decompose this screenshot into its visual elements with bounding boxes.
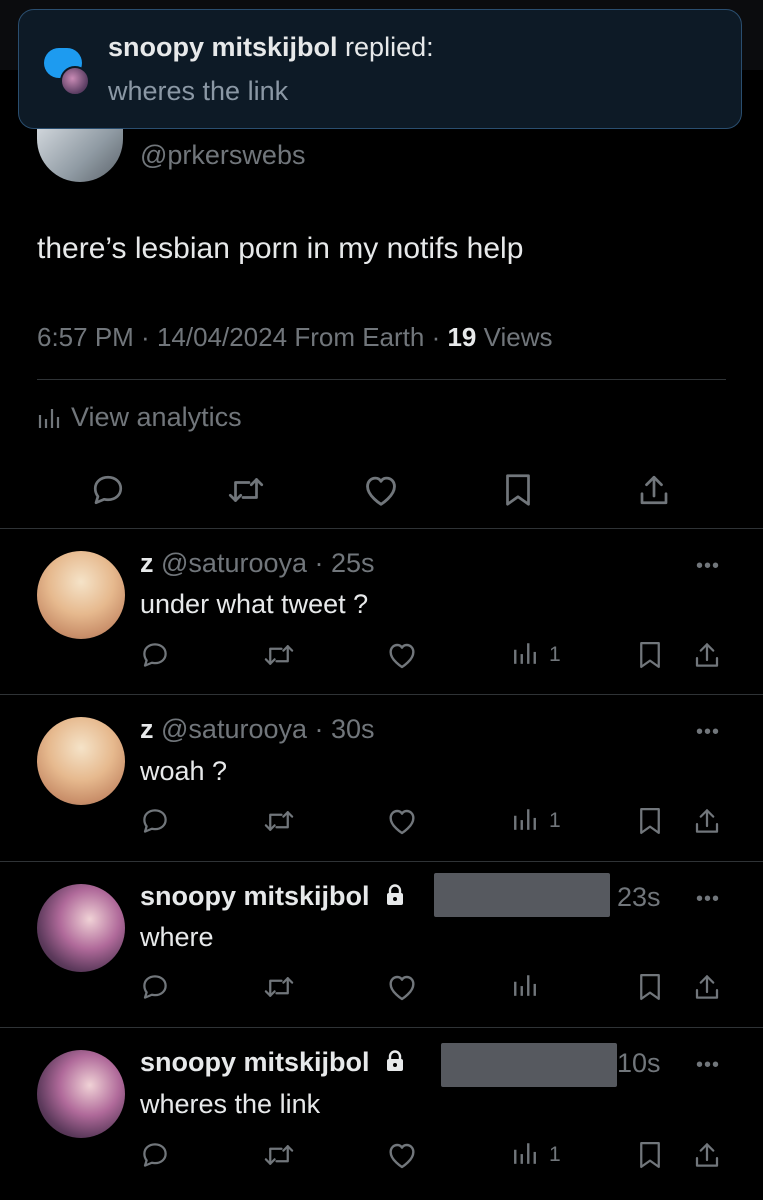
- reply-header: snoopy mitskijbol: [140, 881, 405, 913]
- more-options-icon[interactable]: •••: [696, 555, 720, 578]
- reply-time[interactable]: 30s: [331, 714, 375, 744]
- reply-author-handle[interactable]: @saturooya: [161, 548, 307, 578]
- like-icon[interactable]: [386, 640, 418, 670]
- reply-author-name[interactable]: z: [140, 548, 154, 578]
- reply-avatar[interactable]: [37, 551, 125, 639]
- retweet-icon[interactable]: [262, 640, 296, 670]
- reply-text: wheres the link: [140, 1089, 321, 1119]
- views-label: Views: [483, 322, 553, 352]
- reply-avatar[interactable]: [37, 1050, 125, 1138]
- analytics-icon: [37, 407, 61, 429]
- notification-avatar: [60, 66, 90, 96]
- notification-text: wheres the link: [108, 76, 289, 106]
- retweet-icon[interactable]: [262, 1140, 296, 1170]
- divider: [0, 528, 763, 529]
- reply-icon[interactable]: [140, 1140, 170, 1170]
- more-options-icon[interactable]: •••: [696, 1054, 720, 1077]
- reply-icon[interactable]: [90, 472, 126, 508]
- analytics-icon[interactable]: [512, 640, 538, 666]
- reply-text: where: [140, 922, 214, 952]
- divider: [37, 379, 726, 380]
- retweet-icon[interactable]: [262, 806, 296, 836]
- share-icon[interactable]: [636, 472, 672, 508]
- redacted-handle: [434, 873, 610, 917]
- reply-time[interactable]: 25s: [331, 548, 375, 578]
- reply-time[interactable]: 10s: [617, 1048, 661, 1079]
- share-icon[interactable]: [692, 972, 722, 1002]
- views-count: 19: [447, 322, 477, 352]
- like-icon[interactable]: [386, 806, 418, 836]
- reply-header: z @saturooya · 25s: [140, 548, 375, 578]
- reply-author-name[interactable]: snoopy mitskijbol: [140, 1047, 370, 1077]
- notification-user: snoopy mitskijbol: [108, 32, 338, 62]
- reply-author-name[interactable]: snoopy mitskijbol: [140, 881, 370, 911]
- tweet-source: From Earth: [294, 322, 425, 352]
- analytics-icon[interactable]: [512, 1140, 538, 1166]
- retweet-icon[interactable]: [262, 972, 296, 1002]
- analytics-icon[interactable]: [512, 806, 538, 832]
- notification-action: replied:: [345, 32, 434, 62]
- view-analytics-label: View analytics: [71, 402, 242, 432]
- lock-icon: [385, 1048, 405, 1079]
- like-icon[interactable]: [362, 472, 400, 508]
- view-analytics-button[interactable]: View analytics: [37, 402, 242, 433]
- more-options-icon[interactable]: •••: [696, 888, 720, 911]
- bookmark-icon[interactable]: [637, 640, 663, 670]
- reply-author-name[interactable]: z: [140, 714, 154, 744]
- like-icon[interactable]: [386, 1140, 418, 1170]
- reply-views-count: 1: [549, 809, 561, 832]
- bookmark-icon[interactable]: [637, 1140, 663, 1170]
- redacted-handle: [441, 1043, 617, 1087]
- share-icon[interactable]: [692, 1140, 722, 1170]
- reply-header: snoopy mitskijbol: [140, 1047, 405, 1079]
- tweet-time[interactable]: 6:57 PM: [37, 322, 134, 352]
- reply-header: z @saturooya · 30s: [140, 714, 375, 744]
- more-options-icon[interactable]: •••: [696, 721, 720, 744]
- author-handle[interactable]: @prkerswebs: [140, 140, 305, 171]
- reply-text: woah ?: [140, 756, 228, 786]
- tweet-text: there’s lesbian porn in my notifs help: [37, 232, 524, 265]
- divider: [0, 861, 763, 862]
- reply-author-handle[interactable]: @saturooya: [161, 714, 307, 744]
- analytics-icon[interactable]: [512, 972, 538, 998]
- reply-avatar[interactable]: [37, 884, 125, 972]
- lock-icon: [385, 882, 405, 913]
- reply-icon[interactable]: [140, 640, 170, 670]
- reply-text: under what tweet ?: [140, 589, 369, 619]
- tweet-meta: 6:57 PM · 14/04/2024 From Earth · 19 Vie…: [37, 322, 553, 352]
- reply-avatar[interactable]: [37, 717, 125, 805]
- reply-icon[interactable]: [140, 806, 170, 836]
- reply-time[interactable]: 23s: [617, 882, 661, 913]
- bookmark-icon[interactable]: [637, 972, 663, 1002]
- share-icon[interactable]: [692, 806, 722, 836]
- retweet-icon[interactable]: [226, 472, 266, 508]
- reply-views-count: 1: [549, 643, 561, 666]
- bookmark-icon[interactable]: [637, 806, 663, 836]
- share-icon[interactable]: [692, 640, 722, 670]
- notification-title: snoopy mitskijbol replied:: [108, 32, 434, 63]
- tweet-date[interactable]: 14/04/2024: [157, 322, 287, 352]
- like-icon[interactable]: [386, 972, 418, 1002]
- divider: [0, 1027, 763, 1028]
- bookmark-icon[interactable]: [502, 472, 534, 508]
- reply-icon[interactable]: [140, 972, 170, 1002]
- divider: [0, 694, 763, 695]
- reply-views-count: 1: [549, 1143, 561, 1166]
- notification-banner[interactable]: [18, 9, 742, 129]
